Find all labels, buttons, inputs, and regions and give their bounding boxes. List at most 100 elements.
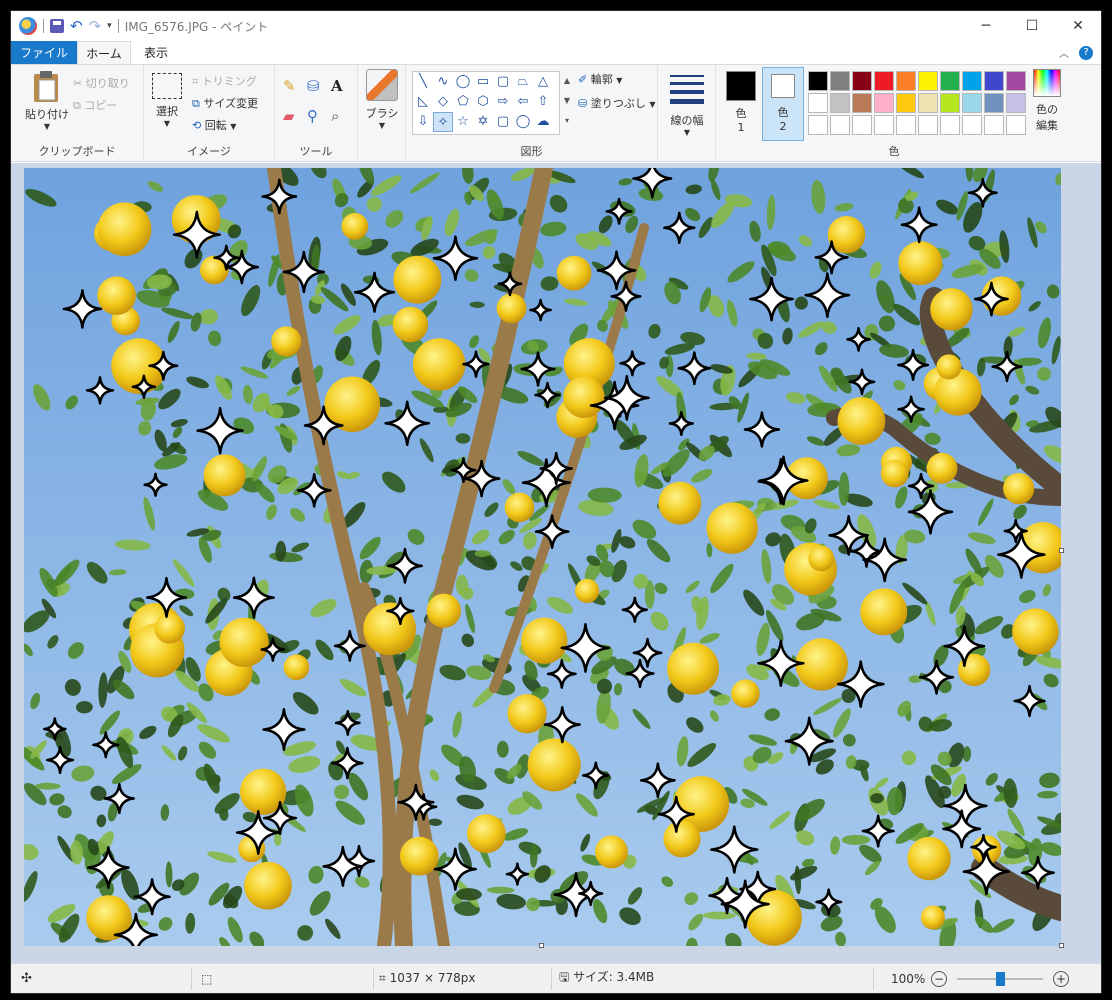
color-swatch[interactable] [896, 71, 916, 91]
six-point-star-shape-icon[interactable]: ✡ [473, 112, 493, 132]
fill-button[interactable]: ⛁ 塗りつぶし ▼ [578, 95, 656, 111]
maximize-button[interactable]: ☐ [1009, 11, 1055, 41]
canvas-workspace[interactable] [11, 163, 1101, 965]
undo-icon[interactable]: ↶ [70, 18, 83, 34]
color-swatch[interactable] [962, 71, 982, 91]
collapse-ribbon-icon[interactable]: ︿ [1059, 45, 1069, 60]
color-swatch[interactable] [830, 115, 850, 135]
up-arrow-shape-icon[interactable]: ⇧ [533, 92, 553, 112]
resize-handle-corner[interactable] [1059, 943, 1064, 948]
line-shape-icon[interactable]: ╲ [413, 72, 433, 92]
color-swatch[interactable] [940, 115, 960, 135]
fill-bucket-icon[interactable]: ⛁ [307, 77, 331, 95]
rounded-rectangle-shape-icon[interactable]: ▢ [493, 72, 513, 92]
hexagon-shape-icon[interactable]: ⬡ [473, 92, 493, 112]
color-swatch[interactable] [940, 93, 960, 113]
color-swatch[interactable] [1006, 115, 1026, 135]
resize-handle-right[interactable] [1059, 548, 1064, 553]
paint-app-icon[interactable] [19, 17, 37, 35]
tab-home[interactable]: ホーム [77, 41, 131, 64]
color-swatch[interactable] [874, 93, 894, 113]
divider [551, 968, 552, 990]
brushes-button[interactable]: ブラシ ▼ [364, 69, 400, 130]
resize-handle-bottom[interactable] [539, 943, 544, 948]
edit-colors-button[interactable]: 色の 編集 [1028, 69, 1066, 133]
color-swatch[interactable] [918, 115, 938, 135]
clipboard-group-label: クリップボード [38, 145, 116, 158]
color-swatch[interactable] [830, 93, 850, 113]
color-swatch[interactable] [918, 71, 938, 91]
close-button[interactable]: ✕ [1055, 11, 1101, 41]
rounded-callout-shape-icon[interactable]: ▢ [493, 112, 513, 132]
zoom-slider[interactable] [957, 972, 1043, 986]
color-swatch[interactable] [918, 93, 938, 113]
photo-yuzu-tree [24, 168, 1061, 946]
color-swatch[interactable] [852, 93, 872, 113]
eraser-icon[interactable]: ▰ [283, 107, 307, 125]
zoom-slider-thumb[interactable] [995, 972, 1005, 986]
cloud-callout-shape-icon[interactable]: ☁ [533, 112, 553, 132]
outline-button[interactable]: ✐ 輪郭 ▼ [578, 71, 622, 87]
oval-callout-shape-icon[interactable]: ◯ [513, 112, 533, 132]
color2-button[interactable]: 色 2 [762, 67, 804, 141]
redo-icon[interactable]: ↷ [89, 18, 102, 34]
line-width-button[interactable]: 線の幅 ▼ [664, 71, 710, 137]
customize-toolbar-icon[interactable]: ▾ [107, 21, 112, 31]
four-point-star-shape-icon[interactable]: ✧ [433, 112, 453, 132]
color-swatch[interactable] [896, 115, 916, 135]
color-picker-icon[interactable]: ⚲ [307, 107, 331, 125]
tools-group-label: ツール [299, 145, 333, 158]
five-point-star-shape-icon[interactable]: ☆ [453, 112, 473, 132]
color-swatch[interactable] [984, 93, 1004, 113]
color-swatch[interactable] [808, 71, 828, 91]
zoom-in-button[interactable]: + [1053, 970, 1069, 987]
crop-button[interactable]: ⌗ トリミング [192, 73, 257, 89]
right-triangle-shape-icon[interactable]: ◺ [413, 92, 433, 112]
minimize-button[interactable]: ─ [963, 11, 1009, 41]
curve-shape-icon[interactable]: ∿ [433, 72, 453, 92]
paint-window: ↶ ↷ ▾ IMG_6576.JPG - ペイント ─ ☐ ✕ ファイル ホーム… [10, 10, 1102, 994]
color-swatch[interactable] [830, 71, 850, 91]
color-swatch[interactable] [984, 115, 1004, 135]
shapes-gallery: ╲ ∿ ◯ ▭ ▢ ⏢ △ ◺ ◇ ⬠ ⬡ ⇨ ⇦ ⇧ ⇩ ✧ ☆ ✡ ▢ ◯ [412, 71, 560, 135]
down-arrow-shape-icon[interactable]: ⇩ [413, 112, 433, 132]
rectangle-shape-icon[interactable]: ▭ [473, 72, 493, 92]
pentagon-shape-icon[interactable]: ⬠ [453, 92, 473, 112]
left-arrow-shape-icon[interactable]: ⇦ [513, 92, 533, 112]
color1-button[interactable]: 色 1 [722, 69, 760, 139]
right-arrow-shape-icon[interactable]: ⇨ [493, 92, 513, 112]
tab-file[interactable]: ファイル [11, 41, 77, 64]
color-swatch[interactable] [896, 93, 916, 113]
text-icon[interactable]: A [331, 77, 355, 95]
color-swatch[interactable] [984, 71, 1004, 91]
tab-view[interactable]: 表示 [135, 41, 177, 64]
save-icon[interactable] [50, 19, 64, 33]
color-swatch[interactable] [808, 93, 828, 113]
diamond-shape-icon[interactable]: ◇ [433, 92, 453, 112]
zoom-out-button[interactable]: − [931, 970, 947, 987]
resize-button[interactable]: ⧉ サイズ変更 [192, 95, 258, 111]
color-swatch[interactable] [1006, 71, 1026, 91]
pencil-icon[interactable]: ✎ [283, 77, 307, 95]
select-button[interactable]: 選択 ▼ [150, 73, 184, 128]
canvas-image[interactable] [24, 168, 1061, 946]
paste-button[interactable]: 貼り付け ▼ [17, 69, 77, 139]
color-swatch[interactable] [962, 93, 982, 113]
oval-shape-icon[interactable]: ◯ [453, 72, 473, 92]
polygon-shape-icon[interactable]: ⏢ [513, 72, 533, 92]
color-swatch[interactable] [962, 115, 982, 135]
cut-button[interactable]: ✂ 切り取り [73, 75, 130, 91]
help-icon[interactable]: ? [1079, 45, 1093, 60]
triangle-shape-icon[interactable]: △ [533, 72, 553, 92]
color-swatch[interactable] [874, 71, 894, 91]
copy-button[interactable]: ⧉ コピー [73, 97, 117, 113]
magnifier-icon[interactable]: ⌕ [331, 107, 355, 125]
rotate-button[interactable]: ⟲ 回転 ▼ [192, 117, 236, 133]
color-swatch[interactable] [1006, 93, 1026, 113]
color-swatch[interactable] [852, 71, 872, 91]
color-swatch[interactable] [852, 115, 872, 135]
color-swatch[interactable] [940, 71, 960, 91]
shapes-scroll[interactable]: ▲ ▼ ▾ [562, 71, 572, 135]
color-swatch[interactable] [874, 115, 894, 135]
color-swatch[interactable] [808, 115, 828, 135]
